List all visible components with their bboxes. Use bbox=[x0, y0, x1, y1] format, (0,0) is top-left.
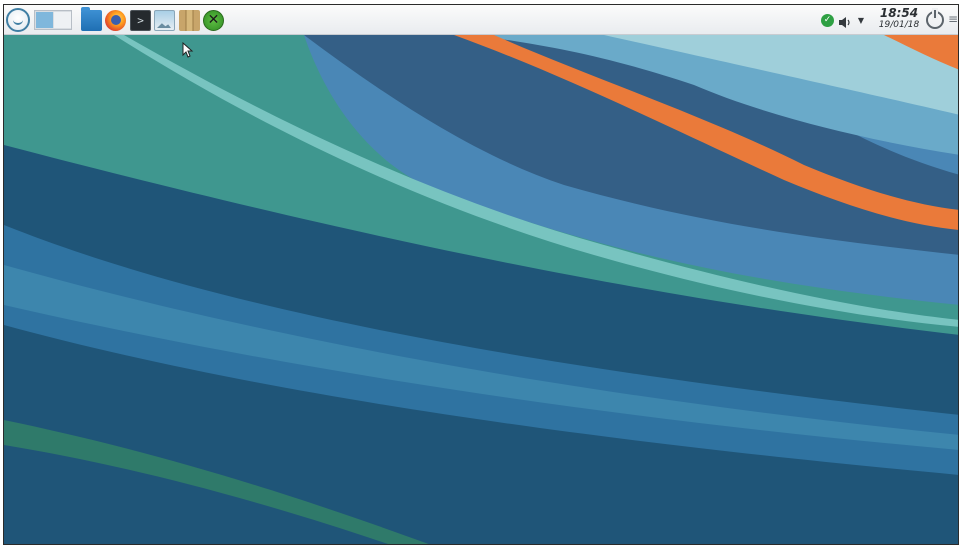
speaker-icon[interactable] bbox=[838, 14, 852, 28]
pager-desktop-1[interactable] bbox=[36, 12, 53, 28]
firefox-globe bbox=[111, 15, 121, 25]
power-icon[interactable] bbox=[926, 10, 944, 29]
desktop-wallpaper[interactable] bbox=[4, 5, 958, 544]
image-viewer-icon[interactable] bbox=[154, 10, 175, 31]
xbox-icon[interactable]: ✕ bbox=[203, 10, 224, 31]
folder-icon[interactable] bbox=[81, 7, 102, 31]
library-icon[interactable] bbox=[179, 10, 200, 31]
digital-clock[interactable]: 18:54 19/01/18 bbox=[874, 7, 924, 33]
triangle-down-icon[interactable]: ▼ bbox=[856, 16, 866, 26]
launcher-smile-glyph bbox=[13, 17, 23, 25]
clock-time: 18:54 bbox=[879, 6, 919, 20]
pager-desktop-2[interactable] bbox=[54, 12, 71, 28]
terminal-icon[interactable]: > bbox=[130, 10, 151, 31]
top-panel: > ✕ ✓ ▼ 18:54 19/01/18 ≡ bbox=[4, 5, 958, 35]
virtual-desktop-pager[interactable] bbox=[34, 10, 72, 30]
hamburger-icon[interactable]: ≡ bbox=[948, 13, 958, 26]
clock-date: 19/01/18 bbox=[878, 20, 920, 30]
mouse-cursor-icon bbox=[182, 41, 194, 58]
firefox-icon[interactable] bbox=[105, 10, 126, 31]
check-circle-icon[interactable]: ✓ bbox=[821, 14, 834, 27]
desktop-screen: > ✕ ✓ ▼ 18:54 19/01/18 ≡ bbox=[3, 4, 959, 545]
app-launcher-icon[interactable] bbox=[6, 8, 30, 32]
